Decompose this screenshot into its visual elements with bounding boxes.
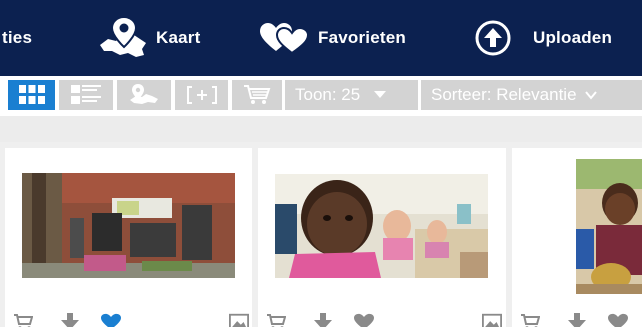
page-size-dropdown[interactable]: Toon: 25 [285, 80, 418, 110]
heart-icon[interactable] [608, 313, 628, 327]
result-card[interactable] [512, 148, 642, 327]
map-pin-belgium-icon [100, 15, 146, 57]
card-actions [13, 313, 260, 327]
image-icon[interactable] [482, 313, 502, 327]
nav-favorieten[interactable]: Favorieten [260, 0, 406, 76]
page-size-label: Toon: 25 [295, 85, 361, 104]
hearts-icon [260, 23, 308, 53]
result-card[interactable] [258, 148, 506, 327]
download-icon[interactable] [60, 313, 80, 327]
list-view-icon [71, 85, 101, 104]
nav-uploaden[interactable]: Uploaden [475, 0, 612, 76]
result-card[interactable] [5, 148, 252, 327]
heart-icon[interactable] [354, 313, 374, 327]
download-icon[interactable] [313, 313, 333, 327]
card-actions [266, 313, 514, 327]
select-mode-button[interactable] [175, 80, 228, 110]
nav-uploaden-label: Uploaden [533, 28, 613, 47]
results-grid [0, 142, 642, 327]
cart-icon [244, 85, 271, 104]
download-icon[interactable] [567, 313, 587, 327]
select-icon [186, 86, 217, 104]
heart-icon[interactable] [101, 313, 121, 327]
cart-icon[interactable] [13, 313, 33, 327]
nav-collecties[interactable]: ties [2, 0, 32, 76]
map-view-icon [130, 84, 158, 104]
nav-kaart-label: Kaart [156, 28, 201, 47]
top-navigation: ties Kaart Favorieten Uploaden [0, 0, 642, 76]
sort-label: Sorteer: Relevantie [431, 85, 577, 104]
cart-button[interactable] [232, 80, 282, 110]
nav-kaart[interactable]: Kaart [96, 0, 200, 76]
card-actions [520, 313, 642, 327]
grid-view-icon [18, 85, 45, 104]
results-toolbar: Toon: 25 Sorteer: Relevantie [0, 76, 642, 116]
grid-view-button[interactable] [8, 80, 55, 110]
brick-building-photo[interactable] [22, 173, 235, 278]
upload-arrow-icon [475, 20, 511, 56]
chevron-down-icon [584, 90, 597, 100]
list-view-button[interactable] [59, 80, 113, 110]
cart-icon[interactable] [266, 313, 286, 327]
nav-collecties-label: ties [2, 28, 33, 47]
nav-favorieten-label: Favorieten [318, 28, 406, 47]
map-view-button[interactable] [117, 80, 171, 110]
image-icon[interactable] [229, 313, 249, 327]
filter-strip [0, 116, 642, 142]
cart-icon[interactable] [520, 313, 540, 327]
sort-dropdown[interactable]: Sorteer: Relevantie [421, 80, 642, 110]
child-in-classroom-photo[interactable] [275, 174, 488, 278]
child-with-toy-photo[interactable] [576, 159, 642, 294]
chevron-down-icon [374, 91, 387, 98]
